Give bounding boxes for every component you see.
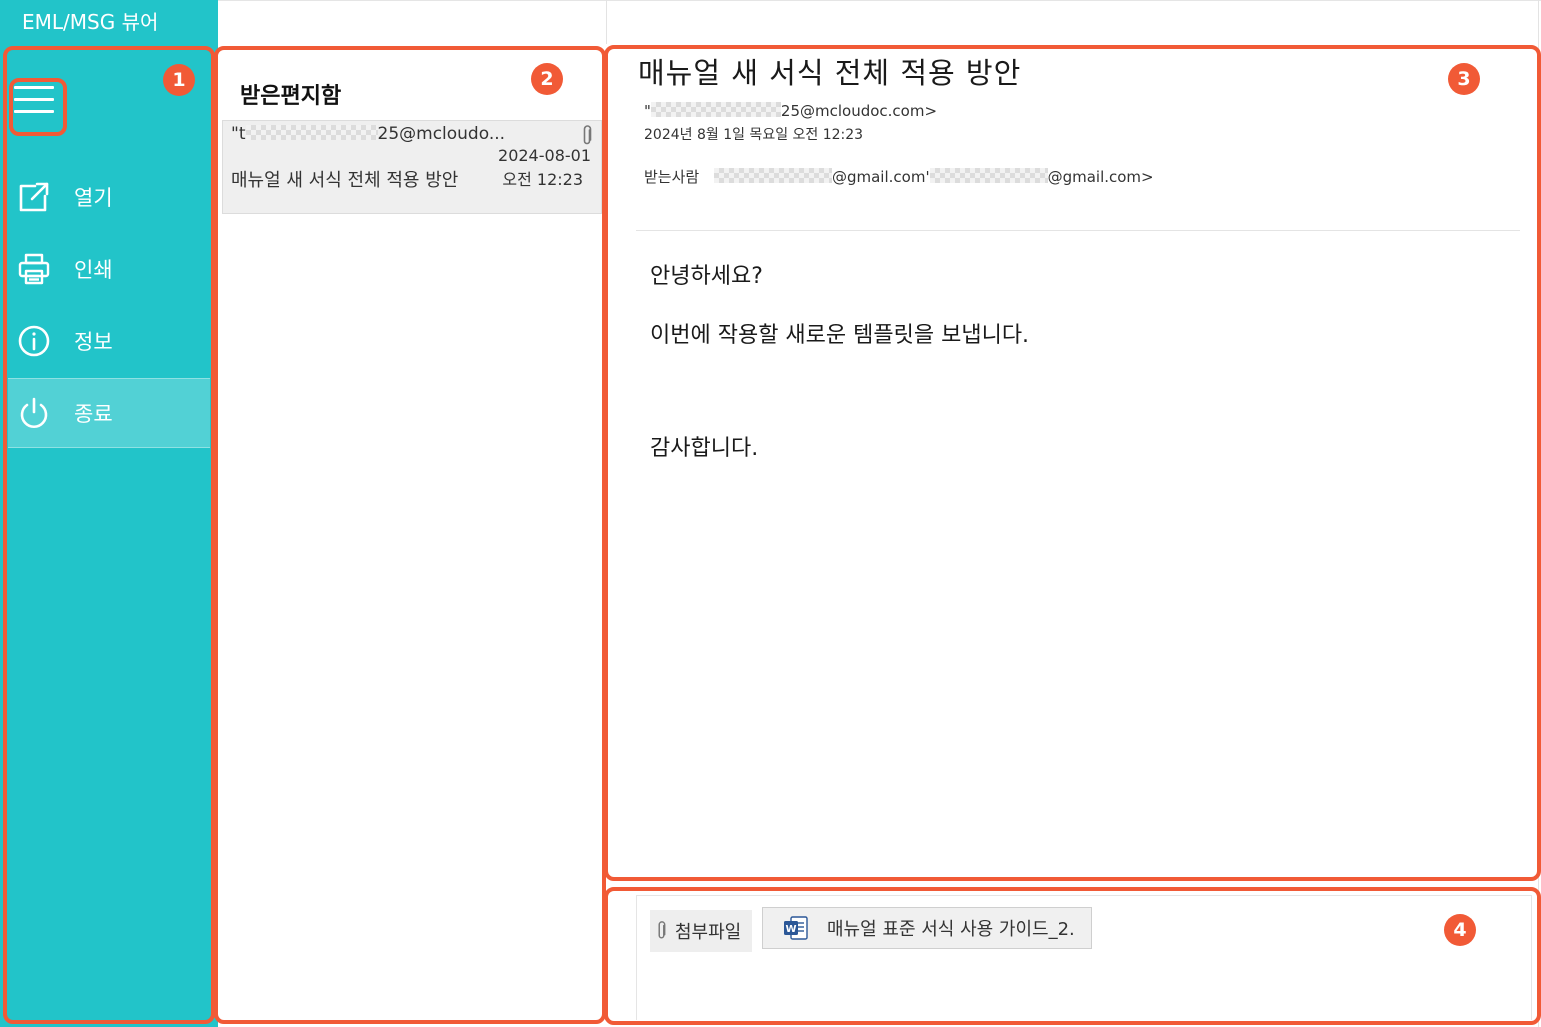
callout-box-4 [604, 887, 1541, 1025]
callout-box-1 [3, 46, 215, 1024]
annotation-badge-3: 3 [1448, 63, 1480, 95]
callout-box-2 [214, 46, 606, 1024]
callout-box-3 [604, 45, 1541, 881]
annotation-badge-1: 1 [163, 64, 195, 96]
app-title: EML/MSG 뷰어 [0, 0, 218, 44]
column-divider [606, 0, 607, 44]
annotation-badge-2: 2 [531, 63, 563, 95]
callout-box-hamburger [9, 78, 67, 136]
annotation-badge-4: 4 [1444, 914, 1476, 946]
top-border [218, 0, 1541, 2]
